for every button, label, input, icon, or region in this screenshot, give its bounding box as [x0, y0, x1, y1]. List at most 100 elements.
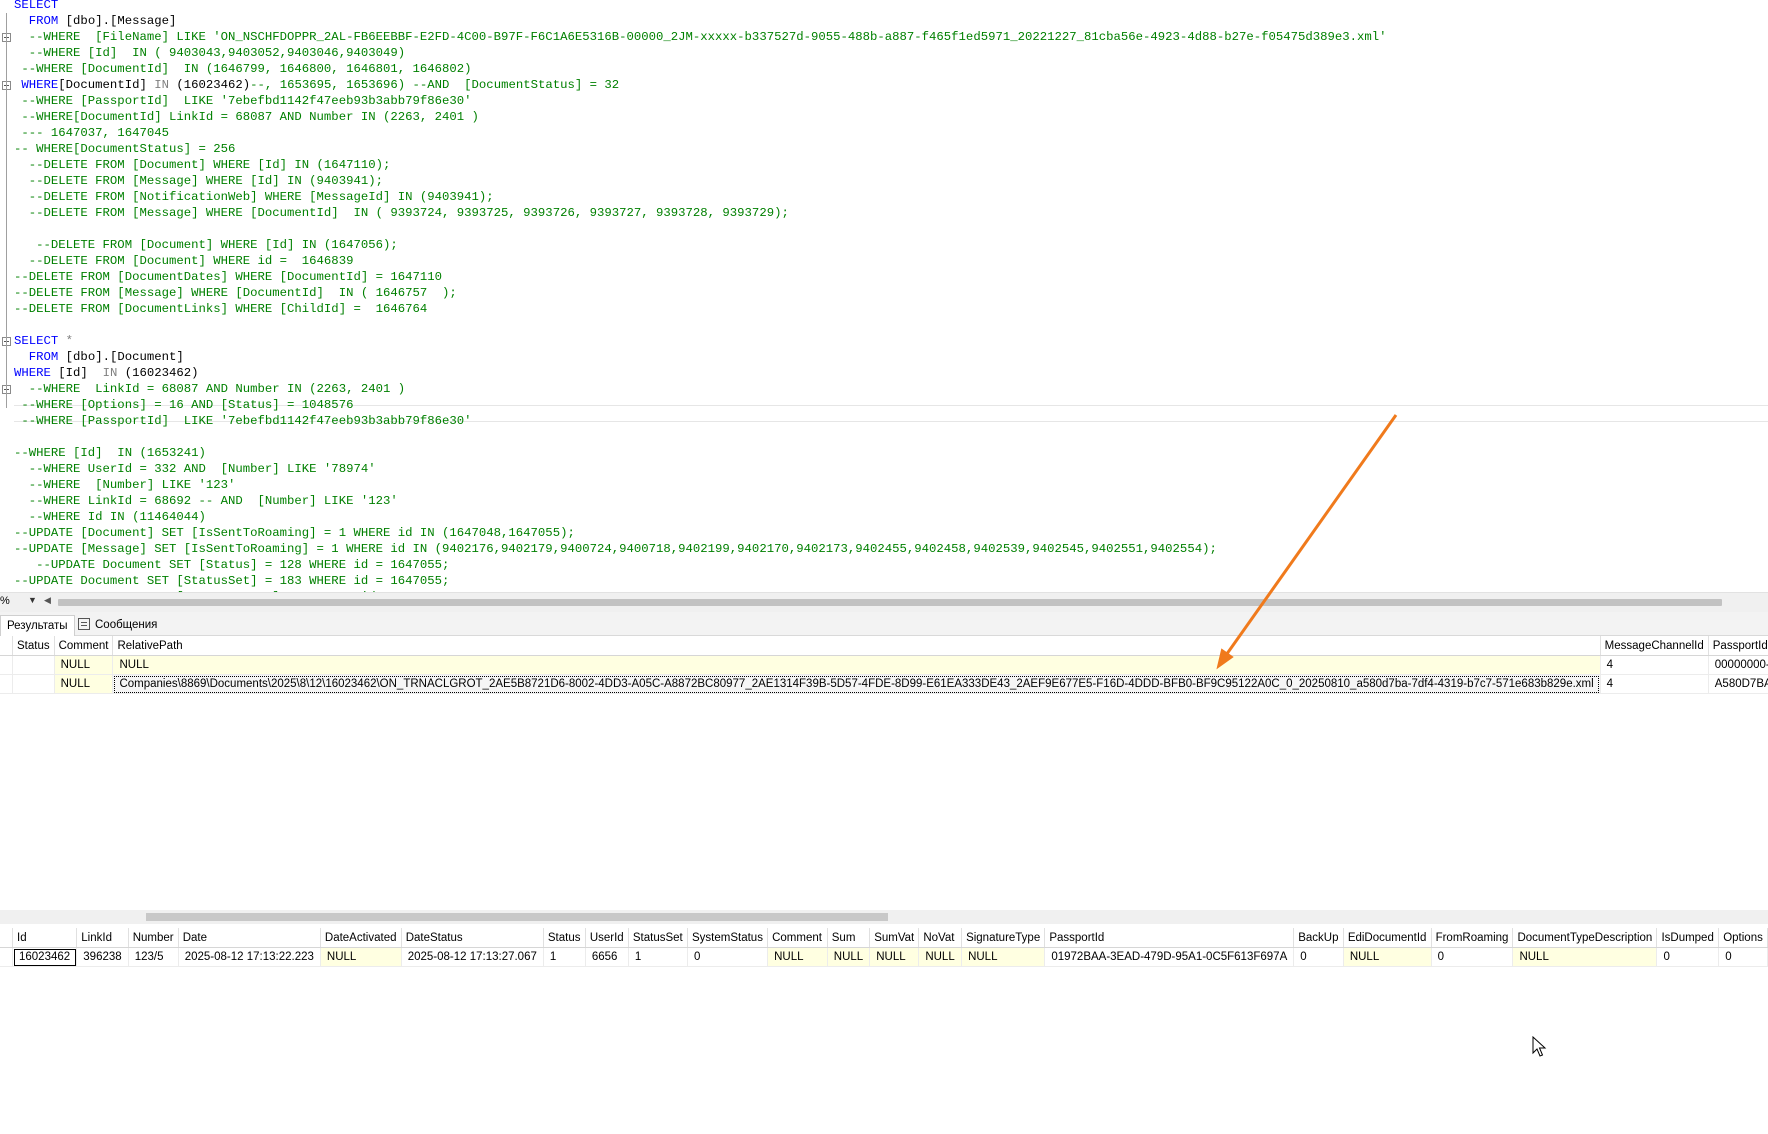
grid-horizontal-scrollbar-track[interactable]: [0, 910, 1768, 924]
column-header[interactable]: Status: [543, 928, 586, 948]
table-cell[interactable]: A580D7BA-7: [1708, 674, 1768, 694]
table-cell[interactable]: NULL: [767, 947, 828, 967]
column-header[interactable]: IsDumped: [1656, 928, 1720, 948]
code-token: --WHERE LinkId = 68692 -- AND [Number] L…: [14, 494, 398, 508]
scroll-left-icon[interactable]: ◀: [44, 595, 51, 606]
column-header[interactable]: PassportId: [1708, 636, 1768, 656]
tab-messages[interactable]: Сообщения: [72, 615, 163, 635]
table-cell[interactable]: 0: [1431, 947, 1514, 967]
code-token: --WHERE [DocumentId] IN (1646799, 164680…: [14, 62, 472, 76]
column-header[interactable]: RelativePath: [112, 636, 1601, 656]
table-cell[interactable]: 16023462: [12, 947, 78, 967]
table-cell[interactable]: 396238: [76, 947, 129, 967]
row-header[interactable]: [0, 674, 13, 694]
table-cell[interactable]: 0: [1656, 947, 1720, 967]
column-header[interactable]: DocumentTypeDescription: [1512, 928, 1658, 948]
column-header[interactable]: Date: [178, 928, 321, 948]
column-header[interactable]: EdiDocumentId: [1343, 928, 1432, 948]
grid-horizontal-scrollbar-thumb[interactable]: [146, 913, 888, 921]
table-cell[interactable]: [12, 655, 55, 675]
column-header[interactable]: Comment: [767, 928, 828, 948]
code-token: [dbo].[Document]: [58, 350, 184, 364]
table-cell[interactable]: 4: [1600, 655, 1709, 675]
table-cell[interactable]: 2025-08-12 17:13:27.067: [401, 947, 544, 967]
code-token: [DocumentId]: [58, 78, 155, 92]
code-line: --WHERE [Id] IN (1653241): [14, 445, 206, 461]
table-cell[interactable]: 00000000-0: [1708, 655, 1768, 675]
results-grid-1[interactable]: Status Comment RelativePath MessageChannelI…: [0, 636, 1768, 916]
code-token: (16023462): [117, 366, 199, 380]
table-cell[interactable]: 6656: [585, 947, 629, 967]
column-header[interactable]: Sum: [827, 928, 871, 948]
row-header[interactable]: [0, 947, 13, 967]
column-header[interactable]: Options: [1718, 928, 1768, 948]
fold-guide: [6, 13, 7, 408]
table-cell[interactable]: 0: [1293, 947, 1344, 967]
column-header[interactable]: StatusSet: [628, 928, 689, 948]
table-cell[interactable]: 0: [1718, 947, 1768, 967]
code-token: -- WHERE[DocumentStatus] = 256: [14, 142, 236, 156]
table-cell[interactable]: 123/5: [128, 947, 179, 967]
table-cell[interactable]: [12, 674, 55, 694]
editor-status-row: % ▼ ◀: [0, 592, 1768, 612]
table-row[interactable]: NULL Companies\8869\Documents\2025\8\12\1…: [0, 674, 1768, 694]
table-row[interactable]: 16023462 396238 123/5 2025-08-12 17:13:22.2…: [0, 947, 1768, 967]
code-line: --DELETE FROM [Message] WHERE [DocumentI…: [14, 285, 457, 301]
table-cell[interactable]: 1: [628, 947, 689, 967]
column-header[interactable]: NoVat: [918, 928, 963, 948]
table-cell[interactable]: NULL: [869, 947, 920, 967]
code-line: WHERE [Id] IN (16023462): [14, 365, 199, 381]
results-grid-2[interactable]: Id LinkId Number Date DateActivated DateStatu…: [0, 928, 1768, 1134]
table-cell[interactable]: NULL: [112, 655, 1601, 675]
table-row[interactable]: NULLNULL400000000-0: [0, 655, 1768, 675]
row-header[interactable]: [0, 655, 13, 675]
column-header[interactable]: Comment: [54, 636, 114, 656]
code-token: --WHERE [PassportId] LIKE '7ebefbd1142f4…: [14, 94, 472, 108]
column-header[interactable]: SignatureType: [961, 928, 1046, 948]
code-line: --UPDATE Document SET [StatusSet] = 183 …: [14, 573, 449, 589]
column-header[interactable]: PassportId: [1044, 928, 1295, 948]
results-tabs: Результаты Сообщения: [0, 612, 1768, 636]
table-cell[interactable]: 0: [687, 947, 769, 967]
table-cell[interactable]: 01972BAA-3EAD-479D-95A1-0C5F613F697A: [1044, 947, 1295, 967]
code-token: --WHERE [Options] = 16 AND [Status] = 10…: [14, 398, 354, 412]
code-line: --WHERE [Id] IN ( 9403043,9403052,940304…: [14, 45, 405, 61]
column-header[interactable]: LinkId: [76, 928, 129, 948]
column-header[interactable]: Number: [128, 928, 179, 948]
table-cell[interactable]: 2025-08-12 17:13:22.223: [178, 947, 321, 967]
table-cell[interactable]: NULL: [1512, 947, 1658, 967]
column-header[interactable]: Status: [12, 636, 55, 656]
column-header[interactable]: FromRoaming: [1431, 928, 1514, 948]
code-line: --WHERE [PassportId] LIKE '7ebefbd1142f4…: [14, 93, 472, 109]
table-cell[interactable]: NULL: [54, 674, 114, 694]
zoom-dropdown-icon[interactable]: ▼: [28, 595, 37, 605]
table-cell[interactable]: NULL: [827, 947, 871, 967]
table-cell[interactable]: 4: [1600, 674, 1709, 694]
table-cell[interactable]: NULL: [320, 947, 402, 967]
tab-results[interactable]: Результаты: [0, 615, 75, 636]
code-token: FROM: [28, 14, 59, 28]
column-header[interactable]: Id: [12, 928, 78, 948]
code-token: --DELETE FROM [Document] WHERE [Id] IN (…: [14, 158, 391, 172]
editor-horizontal-scrollbar[interactable]: [58, 599, 1722, 606]
code-token: --UPDATE [Document] SET [IsSentToRoaming…: [14, 526, 575, 540]
column-header[interactable]: DateActivated: [320, 928, 402, 948]
column-header[interactable]: UserId: [585, 928, 629, 948]
column-header[interactable]: SumVat: [869, 928, 920, 948]
code-token: --WHERE [Id] IN (1653241): [14, 446, 206, 460]
code-line: --- 1647037, 1647045: [14, 125, 169, 141]
zoom-level[interactable]: %: [0, 595, 10, 607]
table-cell[interactable]: NULL: [1343, 947, 1432, 967]
table-cell[interactable]: NULL: [918, 947, 963, 967]
table-cell[interactable]: NULL: [961, 947, 1046, 967]
column-header[interactable]: MessageChannelId: [1600, 636, 1709, 656]
code-line: --DELETE FROM [Document] WHERE id = 1646…: [14, 253, 354, 269]
code-token: (16023462): [168, 78, 251, 92]
sql-editor[interactable]: SELECT FROM [dbo].[Message] --WHERE [Fil…: [0, 0, 1768, 592]
column-header[interactable]: SystemStatus: [687, 928, 769, 948]
column-header[interactable]: DateStatus: [401, 928, 544, 948]
table-cell[interactable]: 1: [543, 947, 586, 967]
table-cell[interactable]: NULL: [54, 655, 114, 675]
table-cell[interactable]: Companies\8869\Documents\2025\8\12\16023…: [112, 674, 1601, 694]
column-header[interactable]: BackUp: [1293, 928, 1344, 948]
